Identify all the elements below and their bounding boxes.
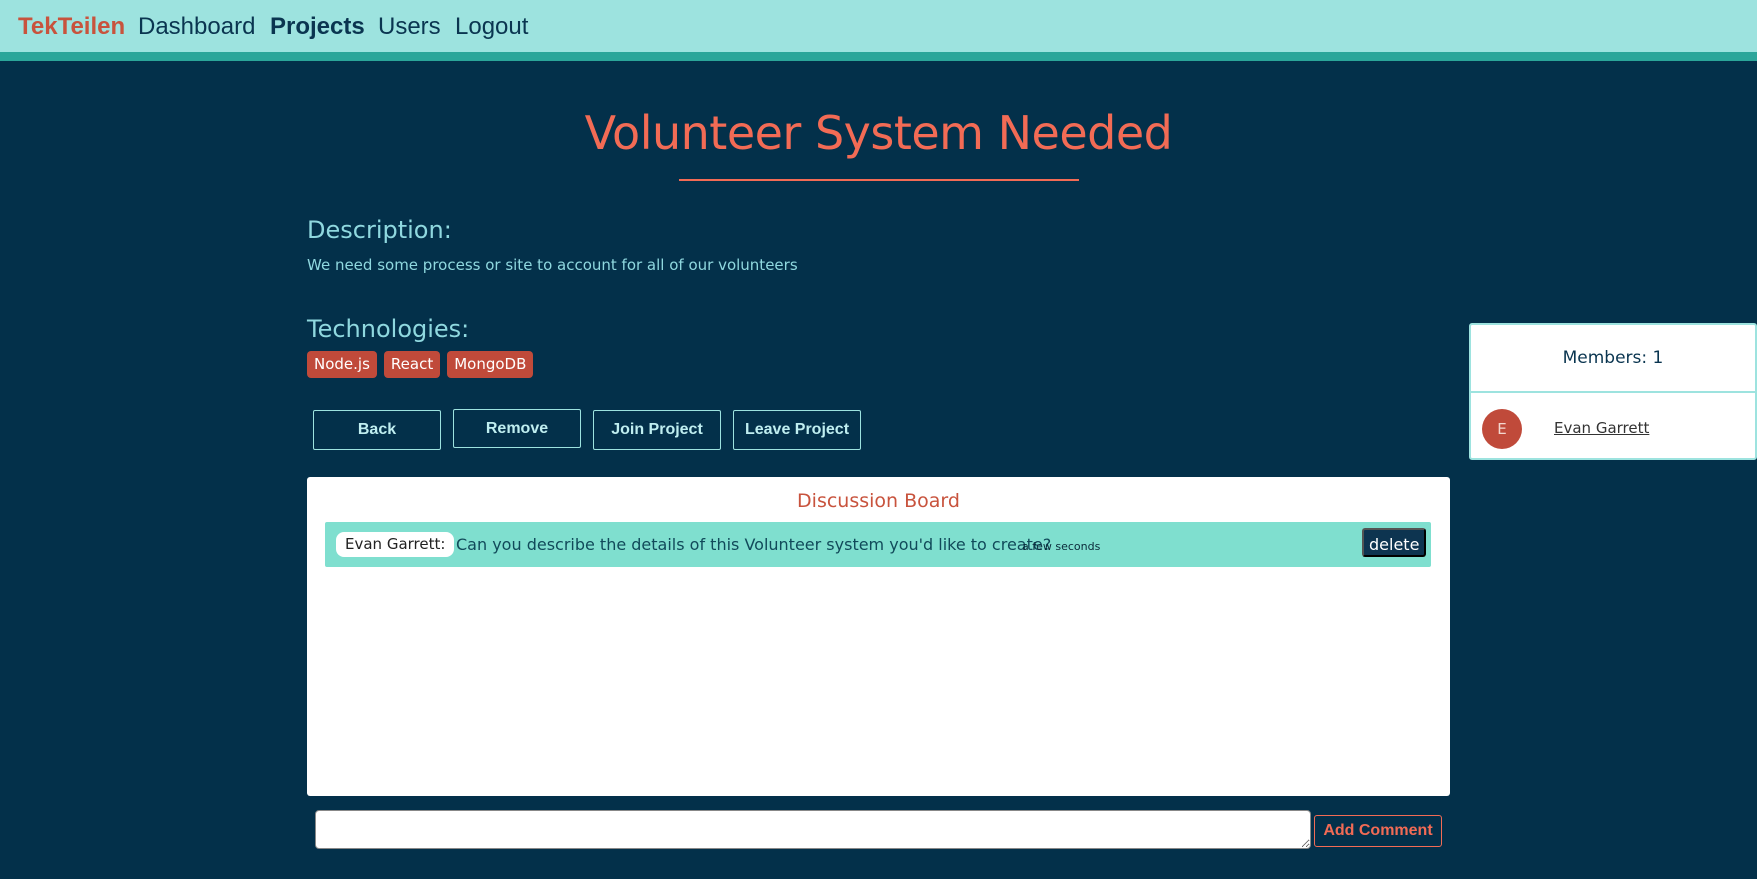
comment-author: Evan Garrett: — [336, 532, 455, 557]
brand-logo[interactable]: TekTeilen — [18, 13, 125, 41]
description-heading: Description: — [307, 216, 452, 244]
nav-projects[interactable]: Projects — [270, 13, 365, 41]
member-name-link[interactable]: Evan Garrett — [1554, 419, 1649, 437]
project-description: We need some process or site to account … — [307, 256, 798, 274]
title-divider — [679, 179, 1079, 181]
join-project-button[interactable]: Join Project — [593, 410, 721, 450]
discussion-board: Discussion Board Evan Garrett: Can you d… — [307, 477, 1450, 796]
tech-badge: Node.js — [307, 351, 377, 378]
comment-text: Can you describe the details of this Vol… — [456, 535, 1052, 554]
comment-item: Evan Garrett: Can you describe the detai… — [325, 522, 1431, 567]
board-title: Discussion Board — [797, 490, 960, 512]
members-count: Members: 1 — [1471, 325, 1755, 393]
members-panel: Members: 1 E Evan Garrett — [1469, 323, 1757, 460]
tech-badge: MongoDB — [447, 351, 534, 378]
nav-logout[interactable]: Logout — [455, 13, 528, 41]
back-button[interactable]: Back — [313, 410, 441, 450]
avatar: E — [1482, 409, 1522, 449]
project-title: Volunteer System Needed — [584, 106, 1173, 160]
delete-comment-button[interactable]: delete — [1362, 528, 1427, 557]
top-navbar: TekTeilen Dashboard Projects Users Logou… — [0, 0, 1757, 61]
remove-button[interactable]: Remove — [453, 409, 581, 448]
nav-dashboard[interactable]: Dashboard — [138, 13, 255, 41]
technology-list: Node.js React MongoDB — [307, 351, 534, 378]
member-item: E Evan Garrett — [1471, 393, 1755, 460]
comment-input[interactable] — [315, 810, 1311, 849]
leave-project-button[interactable]: Leave Project — [733, 410, 861, 450]
nav-users[interactable]: Users — [378, 13, 441, 41]
add-comment-button[interactable]: Add Comment — [1314, 815, 1442, 847]
technologies-heading: Technologies: — [307, 315, 470, 343]
comment-timestamp: a few seconds — [1022, 540, 1101, 553]
tech-badge: React — [383, 351, 441, 378]
